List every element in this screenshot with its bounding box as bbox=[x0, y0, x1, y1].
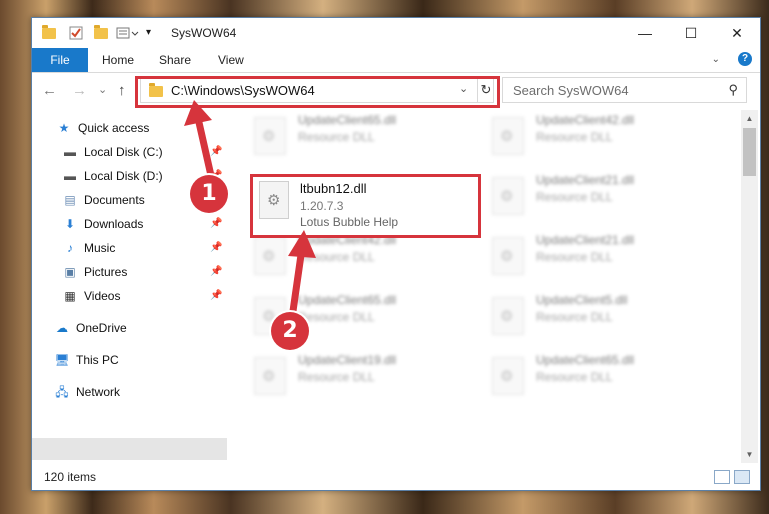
arrow-1-shaft bbox=[194, 117, 216, 181]
step-1-marker: 1 bbox=[190, 175, 228, 213]
arrow-2-shaft bbox=[288, 247, 306, 319]
step-2-marker: 2 bbox=[271, 312, 309, 350]
arrow-2-head bbox=[288, 230, 316, 258]
arrow-1-head bbox=[184, 100, 212, 126]
annotation-arrows bbox=[184, 100, 316, 319]
